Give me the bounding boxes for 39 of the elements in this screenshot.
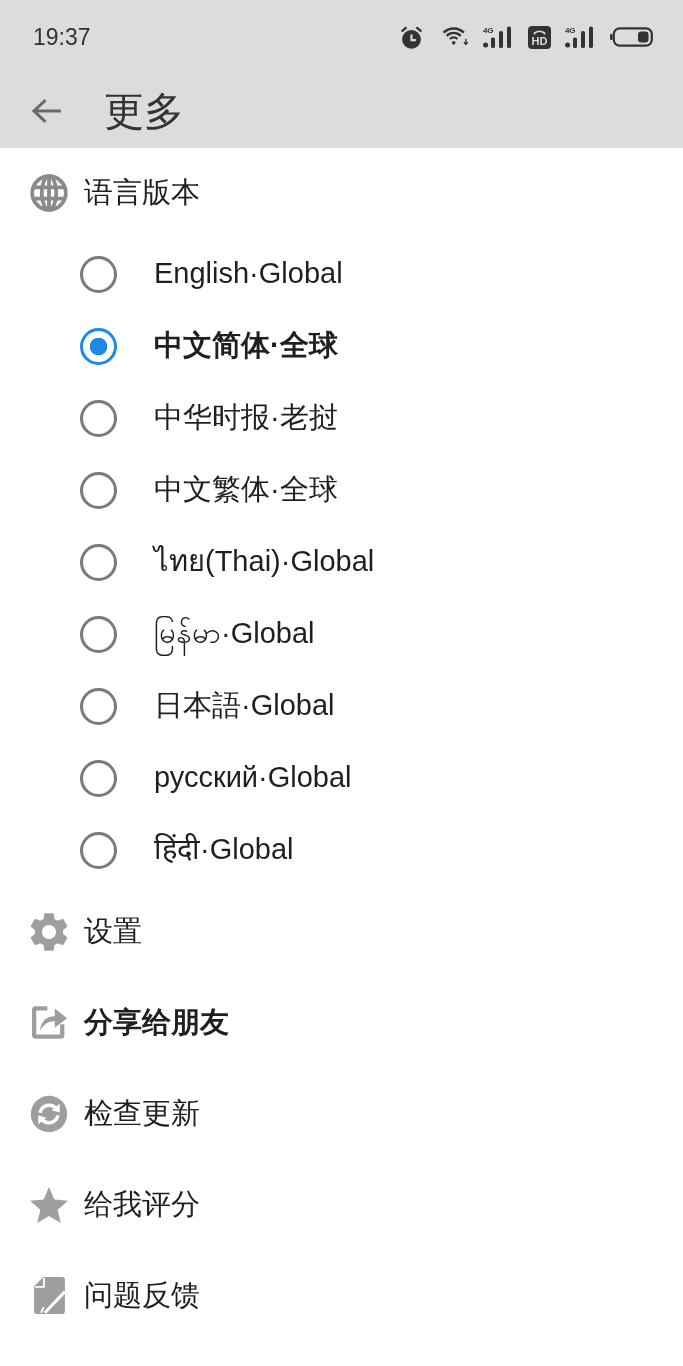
- page-title: 更多: [104, 88, 184, 135]
- section-title: 语言版本: [84, 175, 200, 211]
- back-icon[interactable]: [31, 98, 62, 124]
- alarm-clock-icon: [399, 24, 424, 50]
- radio-button[interactable]: [80, 399, 117, 437]
- language-option-label[interactable]: русский·Global: [152, 750, 354, 806]
- language-option-label[interactable]: 中文繁体·全球: [152, 462, 340, 518]
- language-option-label[interactable]: 中华时报·老挝: [152, 390, 340, 446]
- cellular-signal-indicator: 4G: [565, 26, 596, 48]
- menu-item[interactable]: 问题反馈: [84, 1276, 200, 1315]
- radio-button[interactable]: [80, 759, 117, 797]
- wifi-icon: [442, 26, 469, 48]
- language-option-label[interactable]: English·Global: [152, 246, 345, 302]
- language-option-label[interactable]: हिंदी·Global: [152, 822, 296, 878]
- hd-badge: HD: [528, 25, 551, 49]
- share-icon: [30, 1005, 68, 1040]
- radio-button[interactable]: [80, 687, 117, 725]
- language-option-label[interactable]: ไทย(Thai)·Global: [152, 534, 377, 590]
- menu-item[interactable]: 检查更新: [84, 1094, 200, 1133]
- menu-item[interactable]: 给我评分: [84, 1185, 200, 1224]
- status-time: 19:37: [33, 23, 91, 51]
- battery-icon: [610, 27, 653, 47]
- radio-button[interactable]: [80, 327, 117, 365]
- radio-button[interactable]: [80, 543, 117, 581]
- star-icon: [30, 1186, 68, 1223]
- radio-button[interactable]: [80, 255, 117, 293]
- cellular-signal-indicator: 4G: [483, 26, 514, 48]
- refresh-icon: [30, 1094, 68, 1133]
- document-pencil-icon: [33, 1277, 65, 1314]
- language-option-label[interactable]: မြန်မာ·Global: [152, 606, 317, 662]
- radio-button[interactable]: [80, 831, 117, 869]
- gear-icon: [30, 912, 68, 951]
- globe-icon: [30, 174, 68, 212]
- menu-item[interactable]: 分享给朋友: [84, 1003, 229, 1042]
- language-option-label[interactable]: 中文简体·全球: [152, 318, 340, 374]
- radio-button[interactable]: [80, 615, 117, 653]
- menu-item[interactable]: 设置: [84, 912, 142, 951]
- radio-button[interactable]: [80, 471, 117, 509]
- language-option-label[interactable]: 日本語·Global: [152, 678, 337, 734]
